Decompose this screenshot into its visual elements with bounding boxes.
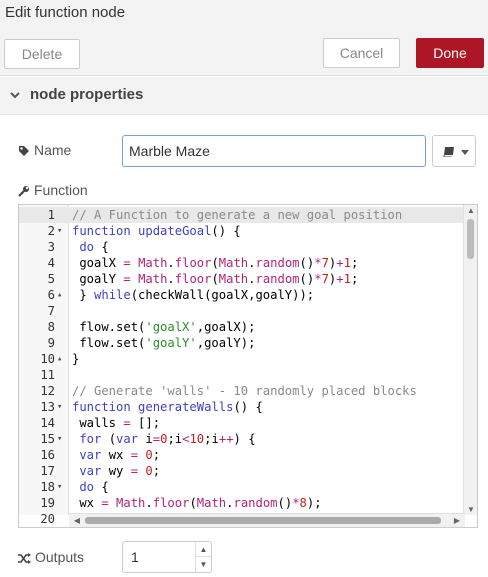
line-number: 11 <box>40 368 55 382</box>
code-line[interactable]: 1 // A Function to generate a new goal po… <box>19 207 465 223</box>
increment-icon[interactable]: ▲ <box>195 542 211 557</box>
code-text: goalY = Math.floor(Math.random()*7)+1; <box>72 272 359 286</box>
chevron-down-icon <box>10 92 20 99</box>
code-line[interactable]: 5 goalY = Math.floor(Math.random()*7)+1; <box>19 271 465 287</box>
code-line[interactable]: 4 goalX = Math.floor(Math.random()*7)+1; <box>19 255 465 271</box>
code-line[interactable]: 16 var wx = 0; <box>19 447 465 463</box>
line-number: 12 <box>40 384 55 398</box>
caret-down-icon <box>461 150 469 155</box>
scroll-left-icon[interactable]: ◀ <box>70 516 84 525</box>
code-text: do { <box>79 480 109 494</box>
function-label: Function <box>18 182 88 198</box>
decrement-icon[interactable]: ▼ <box>195 557 211 572</box>
delete-button[interactable]: Delete <box>4 39 80 69</box>
line-number: 13 <box>40 400 55 414</box>
line-number: 5 <box>47 272 55 286</box>
cancel-button[interactable]: Cancel <box>323 38 400 68</box>
dialog-title: Edit function node <box>5 4 126 21</box>
function-label-text: Function <box>34 182 88 198</box>
code-text: flow.set('goalY',goalY); <box>72 336 256 350</box>
code-line[interactable]: 14 walls = []; <box>19 415 465 431</box>
code-text: wx = Math.floor(Math.random()*8); <box>72 496 322 510</box>
line-number: 19 <box>40 496 55 510</box>
line-number: 6 <box>47 288 55 302</box>
code-editor[interactable]: 1 // A Function to generate a new goal po… <box>18 204 478 528</box>
code-text: // Generate 'walls' - 10 randomly placed… <box>72 384 417 398</box>
code-text: function generateWalls() { <box>72 400 263 414</box>
scroll-up-icon[interactable]: ▲ <box>464 206 477 215</box>
code-line[interactable]: 7 <box>19 303 465 319</box>
code-line[interactable]: 17 var wy = 0; <box>19 463 465 479</box>
line-number: 2 <box>47 224 55 238</box>
code-line[interactable]: 8 flow.set('goalX',goalX); <box>19 319 465 335</box>
code-text: for (var i=0;i<10;i++) { <box>79 432 256 446</box>
outputs-label-text: Outputs <box>35 549 85 565</box>
fold-toggle-icon[interactable]: ▾ <box>57 479 62 495</box>
code-text: // A Function to generate a new goal pos… <box>72 208 403 222</box>
scroll-down-icon[interactable]: ▼ <box>464 505 477 514</box>
code-line[interactable]: 11 <box>19 367 465 383</box>
code-line[interactable]: 6 ▴ } while(checkWall(goalX,goalY)); <box>19 287 465 303</box>
code-text: } <box>72 352 80 366</box>
name-label-text: Name <box>34 142 72 158</box>
icon-picker-button[interactable] <box>432 135 476 167</box>
code-text: goalX = Math.floor(Math.random()*7)+1; <box>72 256 359 270</box>
dialog-toolbar: Delete Cancel Done <box>0 28 488 76</box>
code-line[interactable]: 3 do { <box>19 239 465 255</box>
outputs-value[interactable]: 1 <box>131 549 139 565</box>
code-text: do { <box>79 240 109 254</box>
shuffle-icon <box>18 553 31 564</box>
fold-toggle-icon[interactable]: ▴ <box>57 287 62 303</box>
horizontal-scrollbar[interactable]: ◀ ▶ <box>69 513 465 527</box>
dialog-titlebar: Edit function node <box>0 0 488 28</box>
line-number: 15 <box>40 432 55 446</box>
code-text: function updateGoal() { <box>72 224 241 238</box>
name-input[interactable]: Marble Maze <box>122 135 426 167</box>
section-title: node properties <box>30 86 144 103</box>
code-line[interactable]: 12 // Generate 'walls' - 10 randomly plac… <box>19 383 465 399</box>
code-line[interactable]: 18 ▾ do { <box>19 479 465 495</box>
fold-toggle-icon[interactable]: ▾ <box>57 431 62 447</box>
code-text: walls = []; <box>72 416 161 430</box>
wrench-icon <box>18 186 29 197</box>
line-number: 3 <box>47 240 55 254</box>
book-icon <box>443 147 454 157</box>
line-number: 18 <box>40 480 55 494</box>
line-number: 14 <box>40 416 55 430</box>
line-number: 17 <box>40 464 55 478</box>
line-number: 16 <box>40 448 55 462</box>
code-text: } while(checkWall(goalX,goalY)); <box>72 288 315 302</box>
line-number: 8 <box>47 320 55 334</box>
code-text: flow.set('goalX',goalX); <box>72 320 256 334</box>
scroll-right-icon[interactable]: ▶ <box>450 516 464 525</box>
code-line[interactable]: 2 ▾ function updateGoal() { <box>19 223 465 239</box>
code-line[interactable]: 9 flow.set('goalY',goalY); <box>19 335 465 351</box>
fold-toggle-icon[interactable]: ▴ <box>57 351 62 367</box>
name-label: Name <box>18 142 71 158</box>
fold-toggle-icon[interactable]: ▾ <box>57 223 62 239</box>
done-button[interactable]: Done <box>416 38 484 68</box>
code-line[interactable]: 15 ▾ for (var i=0;i<10;i++) { <box>19 431 465 447</box>
line-number: 4 <box>47 256 55 270</box>
horizontal-scroll-thumb[interactable] <box>85 517 441 524</box>
outputs-stepper[interactable]: 1 ▲ ▼ <box>122 541 212 573</box>
code-text: var wx = 0; <box>79 448 161 462</box>
outputs-label: Outputs <box>18 549 84 565</box>
vertical-scroll-thumb[interactable] <box>467 219 474 259</box>
line-number: 20 <box>40 512 55 526</box>
line-number: 1 <box>47 208 55 222</box>
line-number: 7 <box>47 304 55 318</box>
line-number: 10 <box>40 352 55 366</box>
line-number: 9 <box>47 336 55 350</box>
node-properties-header[interactable]: node properties <box>0 77 488 115</box>
code-line[interactable]: 10 ▴} <box>19 351 465 367</box>
tag-icon <box>19 146 29 156</box>
code-line[interactable]: 19 wx = Math.floor(Math.random()*8); <box>19 495 465 511</box>
code-line[interactable]: 13 ▾ function generateWalls() { <box>19 399 465 415</box>
code-text: var wy = 0; <box>79 464 161 478</box>
vertical-scrollbar[interactable]: ▲ ▼ <box>463 205 477 515</box>
fold-toggle-icon[interactable]: ▾ <box>57 399 62 415</box>
